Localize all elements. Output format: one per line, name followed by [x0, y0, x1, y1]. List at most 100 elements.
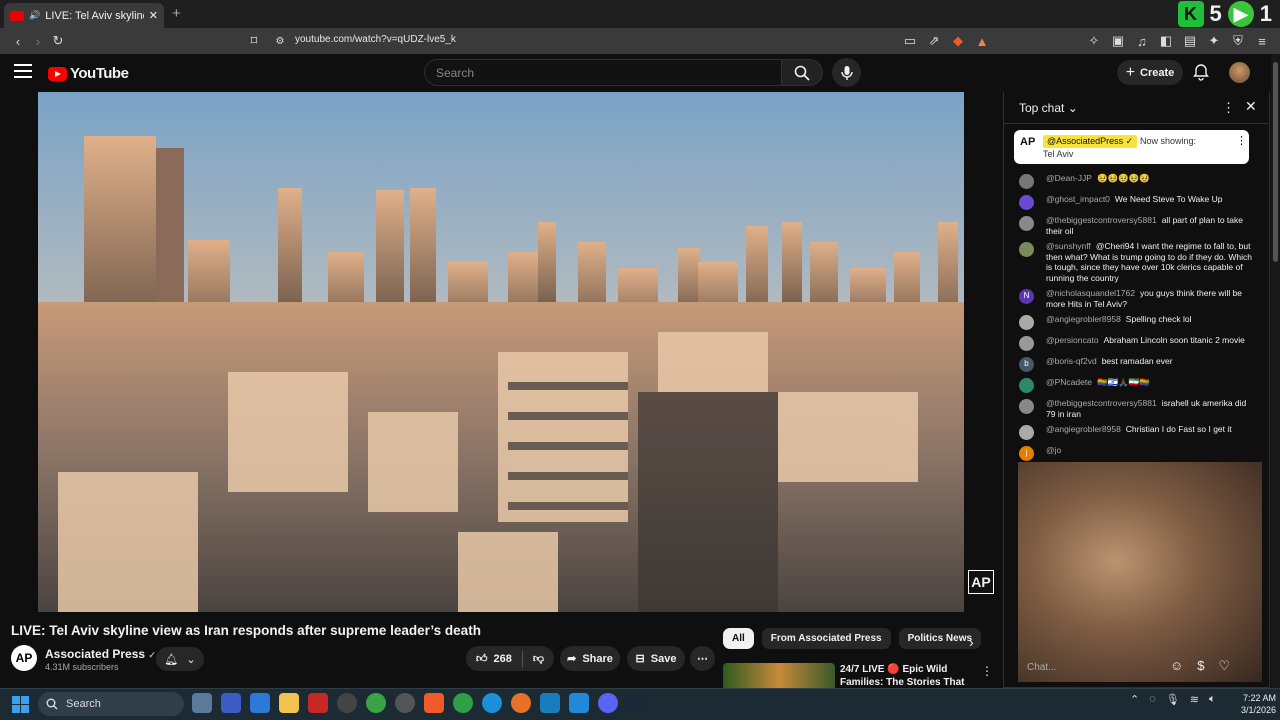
- search-button[interactable]: [781, 59, 823, 86]
- taskbar-search[interactable]: Search: [38, 692, 184, 716]
- chat-menu-icon[interactable]: ⋮: [1222, 100, 1235, 116]
- chat-author-avatar[interactable]: j: [1019, 446, 1034, 461]
- chat-author-avatar[interactable]: [1019, 315, 1034, 330]
- rewards-icon[interactable]: ▲: [972, 31, 992, 51]
- play-extension-icon[interactable]: ▶: [1227, 1, 1254, 27]
- video-player[interactable]: [38, 92, 964, 612]
- speaker-icon[interactable]: 🔊: [29, 10, 40, 21]
- chat-message[interactable]: j @jo: [1004, 442, 1270, 463]
- share-button[interactable]: ➦ Share: [560, 646, 620, 671]
- site-settings-icon[interactable]: ⚙: [270, 31, 290, 51]
- chat-author-avatar[interactable]: [1019, 195, 1034, 210]
- chat-author[interactable]: @angiegrobler8958: [1046, 424, 1121, 434]
- leo-icon[interactable]: ✦: [1204, 31, 1224, 51]
- app-icon[interactable]: [192, 693, 212, 713]
- subscribed-notifications-button[interactable]: 🔔︎ ⌄: [156, 647, 204, 671]
- recommended-more-icon[interactable]: ⋮: [981, 664, 993, 678]
- steam-icon[interactable]: [627, 693, 647, 713]
- chat-message[interactable]: @PNcadete 🏳️‍🌈🇮🇱🙏🏿🇮🇷🏳️‍🌈: [1004, 374, 1270, 395]
- sidebar-icon[interactable]: ◧: [1156, 31, 1176, 51]
- brave-shield-icon[interactable]: ◆: [948, 31, 968, 51]
- vpn-icon[interactable]: ⛨: [1228, 31, 1248, 51]
- emoji-icon[interactable]: ☺: [1170, 658, 1183, 674]
- chat-message[interactable]: @sunshynff @Cheri94 I want the regime to …: [1004, 238, 1270, 285]
- account-avatar[interactable]: [1229, 62, 1250, 83]
- app-icon[interactable]: [308, 693, 328, 713]
- chat-author-avatar[interactable]: [1019, 425, 1034, 440]
- chat-message[interactable]: @ghost_impact0 We Need Steve To Wake Up: [1004, 191, 1270, 212]
- chip-from-associated-press[interactable]: From Associated Press: [761, 628, 891, 649]
- share-page-icon[interactable]: ⇗: [924, 31, 944, 51]
- recommended-thumbnail[interactable]: [723, 663, 835, 691]
- chat-close-icon[interactable]: ✕: [1245, 98, 1257, 115]
- back-icon[interactable]: ‹: [8, 31, 28, 51]
- taskbar-clock[interactable]: 7:22 AM 3/1/2026: [1226, 692, 1276, 716]
- chat-message[interactable]: @thebiggestcontroversy5881 all part of pl…: [1004, 212, 1270, 238]
- reload-icon[interactable]: ↻: [48, 31, 68, 51]
- youtube-logo[interactable]: YouTube: [48, 65, 129, 82]
- wallet-icon[interactable]: ▤: [1180, 31, 1200, 51]
- save-button[interactable]: ⊟ Save: [627, 646, 685, 671]
- wifi-icon[interactable]: ≋: [1190, 693, 1199, 706]
- channel-avatar[interactable]: AP: [11, 645, 37, 671]
- brave-icon[interactable]: [424, 693, 444, 713]
- chat-author[interactable]: @boris-qf2vd: [1046, 356, 1097, 366]
- chat-author-avatar[interactable]: [1019, 242, 1034, 257]
- chips-next-icon[interactable]: ›: [969, 634, 974, 650]
- channel-name[interactable]: Associated Press ✓: [45, 647, 156, 661]
- bookmark-icon[interactable]: ⌑: [244, 31, 264, 51]
- chat-author[interactable]: @nicholasquandel1762: [1046, 288, 1135, 298]
- discord-icon[interactable]: [598, 693, 618, 713]
- chat-author-avatar[interactable]: b: [1019, 357, 1034, 372]
- super-chat-icon[interactable]: $: [1197, 658, 1204, 674]
- chat-message[interactable]: N @nicholasquandel1762 you guys think ther…: [1004, 285, 1270, 311]
- chat-author[interactable]: @persioncato: [1046, 335, 1099, 345]
- chat-author[interactable]: @angiegrobler8958: [1046, 314, 1121, 324]
- pinned-message[interactable]: AP @AssociatedPress ✓ Now showing: Tel A…: [1014, 130, 1249, 164]
- scrollbar-thumb[interactable]: [1273, 62, 1278, 262]
- file-explorer-icon[interactable]: [279, 693, 299, 713]
- chat-author-avatar[interactable]: N: [1019, 289, 1034, 304]
- forward-icon[interactable]: ›: [28, 31, 48, 51]
- vscode-icon[interactable]: [569, 693, 589, 713]
- pinned-menu-icon[interactable]: ⋮: [1236, 134, 1247, 147]
- network-icon[interactable]: ◌: [1149, 693, 1156, 706]
- chat-message[interactable]: @Dean-JJP 🥹🥹🥹🥹🥹: [1004, 170, 1270, 191]
- chat-author-avatar[interactable]: [1019, 174, 1034, 189]
- k-extension-icon[interactable]: K: [1177, 1, 1204, 27]
- chat-message[interactable]: @thebiggestcontroversy5881 israhell uk am…: [1004, 395, 1270, 421]
- new-tab-button[interactable]: +: [172, 5, 181, 22]
- page-scrollbar[interactable]: [1271, 54, 1280, 688]
- app-icon[interactable]: [395, 693, 415, 713]
- chat-author[interactable]: @jo: [1046, 445, 1061, 455]
- windows-start-icon[interactable]: [12, 696, 29, 713]
- like-button[interactable]: 👍︎ 268: [476, 652, 512, 666]
- tab-close-icon[interactable]: ✕: [149, 9, 158, 22]
- chat-author[interactable]: @sunshynff: [1046, 241, 1091, 251]
- chat-author-avatar[interactable]: [1019, 216, 1034, 231]
- mic-icon[interactable]: 🎙︎: [1166, 693, 1180, 706]
- cast-icon[interactable]: ▭: [900, 31, 920, 51]
- chat-author[interactable]: @PNcadete: [1046, 377, 1092, 387]
- screenshot-icon[interactable]: ▣: [1108, 31, 1128, 51]
- app-icon[interactable]: [366, 693, 386, 713]
- app-icon[interactable]: [250, 693, 270, 713]
- create-button[interactable]: + Create: [1117, 60, 1183, 85]
- chat-author[interactable]: @thebiggestcontroversy5881: [1046, 215, 1157, 225]
- extensions-icon[interactable]: ✧: [1084, 31, 1104, 51]
- chat-message[interactable]: @persioncato Abraham Lincoln soon titanic…: [1004, 332, 1270, 353]
- app-icon[interactable]: [221, 693, 241, 713]
- more-actions-button[interactable]: ⋯: [690, 646, 715, 671]
- chat-message[interactable]: @angiegrobler8958 Spelling check lol: [1004, 311, 1270, 332]
- chat-input[interactable]: Chat...: [1027, 662, 1056, 673]
- chrome-icon[interactable]: [453, 693, 473, 713]
- dislike-button[interactable]: 👎︎: [533, 652, 544, 665]
- voice-search-button[interactable]: [832, 58, 861, 87]
- app-icon[interactable]: [337, 693, 357, 713]
- notifications-bell-icon[interactable]: [1192, 63, 1210, 81]
- chat-message[interactable]: b @boris-qf2vd best ramadan ever: [1004, 353, 1270, 374]
- chat-message[interactable]: @angiegrobler8958 Christian I do Fast so …: [1004, 421, 1270, 442]
- search-input[interactable]: [424, 59, 782, 86]
- heart-icon[interactable]: ♡: [1219, 658, 1231, 674]
- chip-all[interactable]: All: [723, 628, 754, 649]
